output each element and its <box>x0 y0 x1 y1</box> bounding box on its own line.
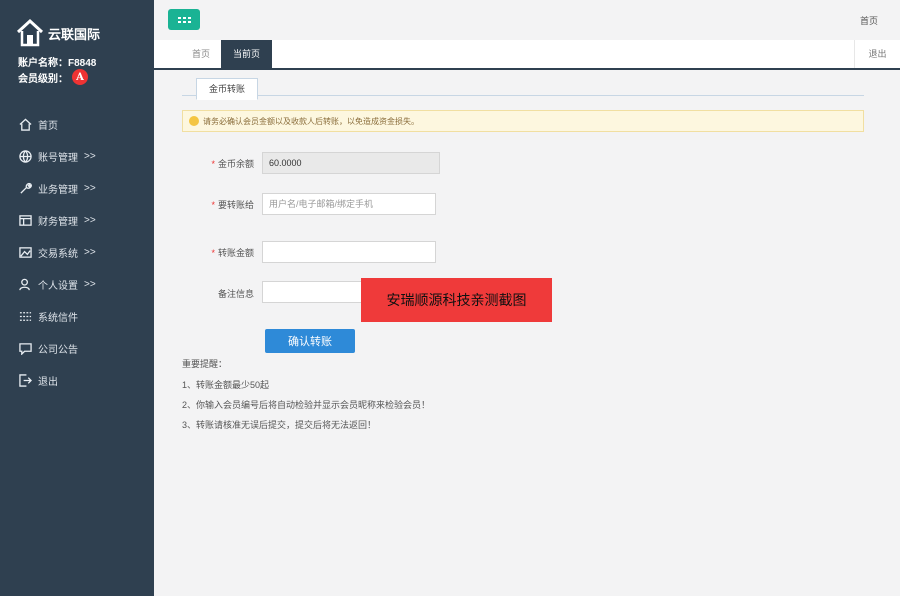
sidebar-item-personal[interactable]: 个人设置 >> <box>0 268 154 300</box>
expand-arrow: >> <box>84 150 96 162</box>
ledger-icon <box>18 213 32 227</box>
brand-name: 云联国际 <box>48 26 101 42</box>
notice-text: 请务必确认会员金额以及收款人后转账，以免造成资金损失。 <box>203 116 419 126</box>
sidebar-item-label: 交易系统 <box>38 248 78 260</box>
balance-label: * 金币余额 <box>211 159 254 169</box>
expand-arrow: >> <box>84 246 96 258</box>
sidebar-item-business[interactable]: 业务管理 >> <box>0 172 154 204</box>
sidebar-item-mail[interactable]: 系统信件 <box>0 300 154 332</box>
member-level: 会员级别： A <box>18 69 88 85</box>
tip-item: 1、转账金额最少50起 <box>182 380 270 390</box>
sidebar-item-home[interactable]: 首页 <box>0 108 154 140</box>
top-home-link[interactable]: 首页 <box>860 14 878 27</box>
sidebar-item-label: 账号管理 <box>38 152 78 164</box>
subtab-bar: 金币转账 <box>182 78 864 100</box>
member-level-label: 会员级别： <box>18 73 68 85</box>
sidebar-item-label: 退出 <box>38 376 58 388</box>
exit-icon <box>18 373 32 387</box>
recipient-input[interactable] <box>262 193 436 215</box>
page-tabs: 首页 当前页 退出 <box>154 40 900 70</box>
sidebar-item-label: 财务管理 <box>38 216 78 228</box>
expand-arrow: >> <box>84 182 96 194</box>
tab-current[interactable]: 当前页 <box>221 40 273 68</box>
sidebar-nav: 首页 账号管理 >> 业务管理 >> 财务管理 >> 交易系统 >> 个人设置 … <box>0 108 154 396</box>
sidebar-item-logout[interactable]: 退出 <box>0 364 154 396</box>
tip-item: 3、转账请核准无误后提交，提交后将无法返回！ <box>182 420 377 430</box>
sidebar-item-label: 业务管理 <box>38 184 78 196</box>
sidebar-item-label: 公司公告 <box>38 344 78 356</box>
amount-input[interactable] <box>262 241 436 263</box>
users-icon <box>18 277 32 291</box>
menu-toggle-button[interactable] <box>168 9 200 30</box>
main-content: 金币转账 请务必确认会员金额以及收款人后转账，以免造成资金损失。 *金币余额 *… <box>154 70 900 596</box>
grid-menu-icon <box>177 16 191 23</box>
sidebar-item-finance[interactable]: 财务管理 >> <box>0 204 154 236</box>
brand: 云联国际 <box>16 18 100 48</box>
wrench-icon <box>18 181 32 195</box>
tip-item: 2、你输入会员编号后将自动检验并显示会员昵称来检验会员！ <box>182 400 431 410</box>
watermark-stamp: 安瑞顺源科技亲测截图 <box>361 278 552 322</box>
sidebar-item-account[interactable]: 账号管理 >> <box>0 140 154 172</box>
required-mark: * <box>211 248 215 258</box>
remark-label: 备注信息 <box>217 289 254 299</box>
chat-icon <box>18 341 32 355</box>
required-mark: * <box>211 159 215 169</box>
tab-home[interactable]: 首页 <box>180 40 222 68</box>
sidebar-item-label: 首页 <box>38 120 58 132</box>
globe-icon <box>18 149 32 163</box>
home-icon <box>18 117 32 131</box>
sidebar-item-label: 系统信件 <box>38 312 78 324</box>
tips-title: 重要提醒： <box>182 359 228 369</box>
expand-arrow: >> <box>84 278 96 290</box>
sidebar-item-label: 个人设置 <box>38 280 78 292</box>
top-bar: 首页 <box>154 0 900 40</box>
lightbulb-icon <box>189 116 199 126</box>
required-mark: * <box>211 200 215 210</box>
recipient-label: * 要转账给 <box>211 200 254 210</box>
expand-arrow: >> <box>84 214 96 226</box>
image-chart-icon <box>18 245 32 259</box>
sidebar-item-announcements[interactable]: 公司公告 <box>0 332 154 364</box>
warning-notice: 请务必确认会员金额以及收款人后转账，以免造成资金损失。 <box>182 110 864 132</box>
logout-tab-button[interactable]: 退出 <box>854 40 900 68</box>
list-icon <box>18 309 32 323</box>
confirm-transfer-button[interactable]: 确认转账 <box>265 329 355 353</box>
sidebar-item-trading[interactable]: 交易系统 >> <box>0 236 154 268</box>
balance-field <box>262 152 440 174</box>
sidebar: 云联国际 账户名称：F8848 会员级别： A 首页 账号管理 >> 业务管理 … <box>0 0 154 596</box>
tab-coin-transfer[interactable]: 金币转账 <box>196 78 259 100</box>
member-level-badge: A <box>72 69 88 85</box>
account-name: 账户名称：F8848 <box>18 58 97 69</box>
house-logo-icon <box>16 18 44 47</box>
amount-label: * 转账金额 <box>211 248 254 258</box>
